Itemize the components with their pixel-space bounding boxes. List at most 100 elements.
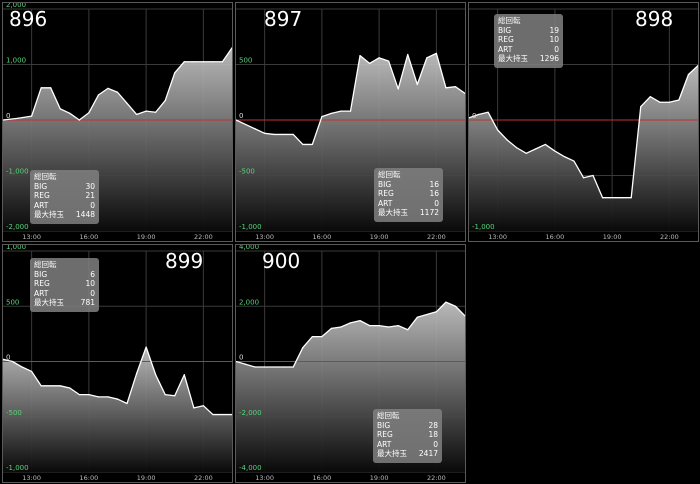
stats-title: 総回転	[377, 411, 400, 420]
x-tick-label: 22:00	[427, 474, 446, 482]
data-point	[97, 396, 100, 398]
stats-label: 最大持玉	[377, 449, 407, 458]
stats-value: 781	[80, 298, 95, 307]
stats-value: 28	[428, 420, 438, 430]
stats-value: 21	[85, 191, 95, 200]
data-point	[244, 123, 247, 126]
data-point	[273, 133, 275, 136]
stats-label: 最大持玉	[498, 54, 528, 63]
data-point	[378, 57, 380, 59]
machine-number: 899	[165, 249, 204, 273]
data-point	[640, 106, 642, 108]
data-point	[563, 156, 566, 158]
data-point	[330, 327, 333, 329]
data-point	[659, 101, 661, 103]
stats-value: 10	[85, 279, 95, 288]
x-tick-label: 16:00	[313, 474, 332, 482]
data-point	[445, 301, 447, 303]
data-point	[368, 324, 371, 327]
data-point	[407, 329, 409, 331]
chart-panel-898: 0 -1,000 13:00 16:00 19:00 22:00 898 総回転 BIG 1…	[468, 2, 699, 242]
data-point	[145, 110, 147, 112]
data-point	[407, 53, 409, 56]
data-point	[273, 366, 275, 368]
stats-box: 総回転 BIG 28 REG 18 ART 0 最大持玉 2417	[373, 409, 442, 463]
data-point	[601, 197, 604, 199]
stats-label: 最大持玉	[378, 208, 408, 217]
data-point	[378, 324, 380, 327]
data-point	[254, 128, 256, 130]
stats-label: 最大持玉	[34, 210, 64, 219]
stats-label: REG	[378, 189, 394, 198]
stats-label: ART	[377, 439, 392, 449]
data-point	[477, 113, 480, 116]
y-tick-label: 1,000	[6, 245, 26, 251]
data-point	[116, 91, 119, 93]
data-point	[535, 148, 537, 150]
machine-number: 897	[264, 7, 303, 31]
chart-panel-896: 2,000 1,000 0 -1,000 -2,000 13:00 16:00 19:00 22…	[2, 2, 233, 242]
stats-value: 6	[90, 269, 95, 279]
y-tick-label: 1,000	[6, 57, 26, 65]
stats-row-big: BIG 6	[34, 270, 95, 280]
data-point	[59, 385, 61, 387]
stats-box: 総回転 BIG 6 REG 10 ART 0 最大持玉 781	[30, 258, 99, 312]
data-point	[283, 133, 285, 136]
data-point	[506, 139, 508, 141]
stats-value: 0	[90, 288, 95, 298]
x-tick-label: 19:00	[370, 233, 389, 241]
x-tick-label: 19:00	[603, 233, 622, 241]
data-point	[359, 320, 361, 322]
data-point	[69, 387, 71, 389]
stats-value: 0	[433, 439, 438, 449]
machine-number: 896	[9, 7, 48, 31]
y-tick-label: -2,000	[239, 409, 262, 417]
stats-row-big: BIG 16	[378, 180, 439, 190]
data-point	[321, 336, 323, 338]
chart-panel-900: 4,000 2,000 0 -2,000 -4,000 13:00 16:00 19:00 22…	[235, 244, 466, 483]
data-point	[264, 132, 266, 134]
y-tick-label: -4,000	[239, 464, 262, 472]
stats-label: BIG	[498, 25, 512, 35]
x-tick-label: 13:00	[255, 233, 274, 241]
x-tick-label: 19:00	[370, 474, 389, 482]
data-point	[454, 86, 457, 88]
data-point	[388, 60, 390, 62]
machine-number: 900	[262, 249, 301, 273]
x-tick-label: 13:00	[488, 233, 507, 241]
data-point	[611, 197, 613, 199]
stats-row-big: BIG 19	[498, 26, 559, 36]
stats-row-big: BIG 28	[377, 421, 438, 431]
y-tick-label: -1,000	[472, 223, 495, 231]
data-point	[340, 110, 342, 112]
data-point	[311, 143, 313, 146]
y-tick-label: -500	[239, 168, 255, 176]
y-tick-label: 2,000	[239, 298, 259, 306]
data-point	[221, 413, 224, 416]
stats-row-art: ART 0	[498, 45, 559, 55]
data-point	[454, 305, 457, 307]
data-point	[678, 99, 680, 101]
data-point	[212, 61, 214, 63]
data-point	[302, 347, 304, 349]
data-point	[668, 101, 670, 103]
data-point	[368, 62, 371, 64]
data-point	[16, 117, 18, 119]
stats-title: 総回転	[498, 16, 521, 25]
data-point	[50, 87, 52, 89]
data-point	[212, 413, 214, 416]
stats-label: ART	[498, 44, 513, 54]
stats-value: 10	[549, 35, 559, 44]
data-point	[155, 374, 157, 376]
stats-value: 0	[90, 200, 95, 210]
data-point	[292, 366, 294, 368]
data-point	[126, 102, 128, 104]
y-tick-label: 0	[472, 112, 476, 120]
stats-row-max: 最大持玉 1172	[378, 208, 439, 218]
stats-title: 総回転	[34, 172, 57, 181]
data-point	[573, 160, 575, 162]
stats-value: 0	[434, 198, 439, 208]
machine-number: 898	[635, 7, 674, 31]
data-point	[349, 322, 352, 324]
data-point	[164, 394, 166, 396]
